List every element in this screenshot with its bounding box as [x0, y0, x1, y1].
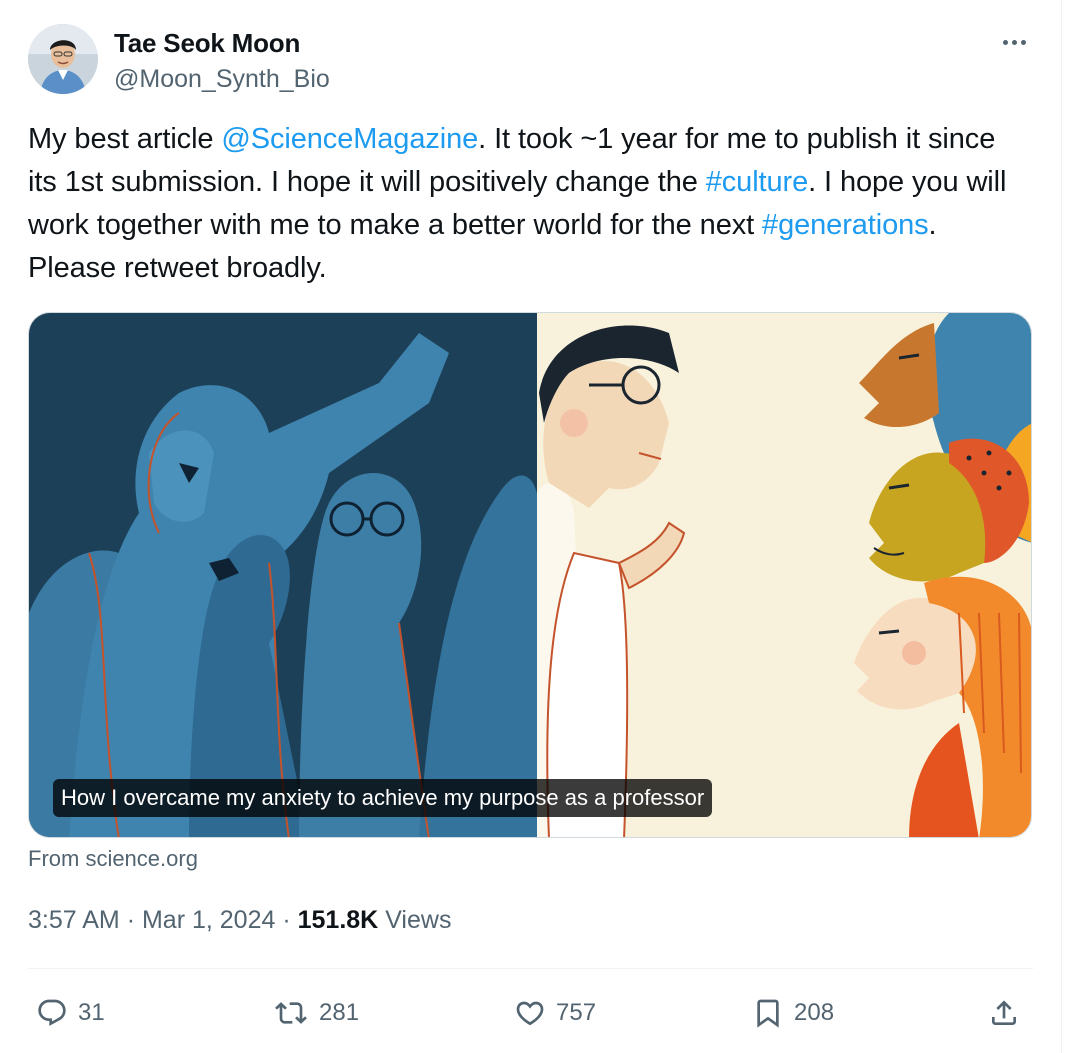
- more-dot: [1011, 39, 1017, 45]
- repost-button[interactable]: 281: [273, 990, 359, 1036]
- views-count[interactable]: 151.8K: [298, 906, 379, 934]
- text-segment: My best article: [28, 123, 222, 155]
- author-handle[interactable]: @Moon_Synth_Bio: [114, 65, 330, 94]
- link-card[interactable]: How I overcame my anxiety to achieve my …: [28, 312, 1032, 838]
- more-dot: [1002, 39, 1008, 45]
- action-bar: 31 281 757 208: [28, 990, 1033, 1036]
- tweet-header: Tae Seok Moon @Moon_Synth_Bio: [28, 22, 1033, 96]
- bookmark-button[interactable]: 208: [752, 990, 834, 1036]
- reply-button[interactable]: 31: [36, 990, 105, 1036]
- tweet-meta: 3:57 AM · Mar 1, 2024 · 151.8K Views: [28, 906, 451, 935]
- mention-link[interactable]: @ScienceMagazine: [221, 123, 478, 155]
- card-source-link[interactable]: From science.org: [28, 846, 198, 872]
- repost-count: 281: [319, 999, 360, 1026]
- author-name[interactable]: Tae Seok Moon: [114, 28, 300, 59]
- tweet-time[interactable]: 3:57 AM: [28, 906, 120, 934]
- tweet-text: My best article @ScienceMagazine. It too…: [28, 118, 1028, 290]
- reply-count: 31: [78, 999, 105, 1026]
- card-illustration: [29, 313, 1031, 837]
- divider: [28, 968, 1033, 969]
- bookmark-count: 208: [794, 999, 835, 1026]
- more-horizontal-icon[interactable]: [999, 30, 1029, 54]
- timeline-border: [1061, 0, 1062, 1053]
- more-dot: [1020, 39, 1026, 45]
- share-button[interactable]: [988, 990, 1020, 1036]
- hashtag-link[interactable]: #culture: [706, 166, 808, 198]
- views-label: Views: [385, 906, 452, 934]
- heart-icon: [516, 1001, 544, 1026]
- meta-separator: ·: [282, 906, 291, 934]
- card-title[interactable]: How I overcame my anxiety to achieve my …: [53, 779, 713, 817]
- hashtag-link[interactable]: #generations: [762, 209, 929, 241]
- like-count: 757: [556, 999, 597, 1026]
- like-button[interactable]: 757: [514, 990, 596, 1036]
- reply-icon: [38, 999, 66, 1026]
- share-icon: [992, 1000, 1016, 1025]
- meta-separator: ·: [126, 906, 136, 934]
- repost-icon: [275, 1002, 307, 1024]
- avatar[interactable]: [28, 24, 98, 94]
- bookmark-icon: [757, 999, 779, 1028]
- tweet-date[interactable]: Mar 1, 2024: [142, 906, 275, 934]
- avatar-photo: [28, 24, 98, 94]
